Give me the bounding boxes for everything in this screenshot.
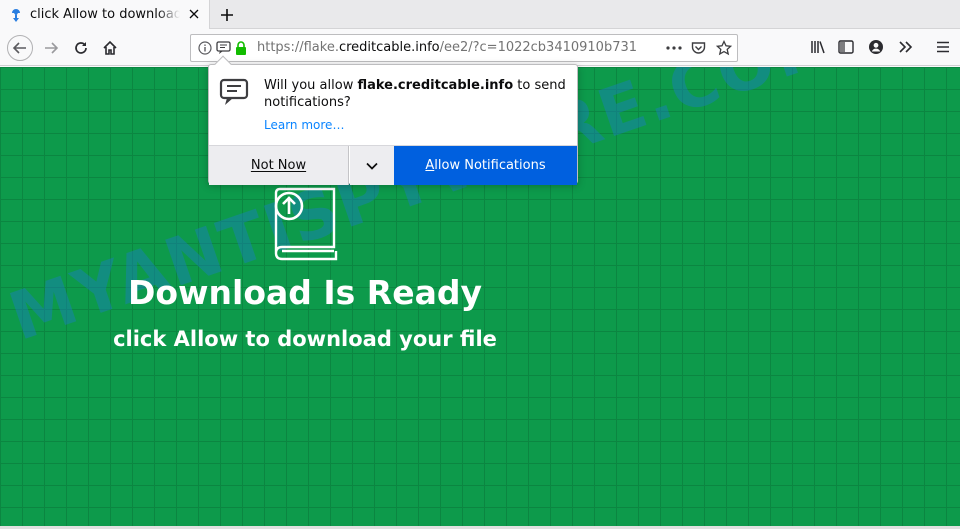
popup-message: Will you allow flake.creditcable.info to… (264, 77, 569, 111)
hamburger-menu-icon[interactable] (933, 37, 953, 57)
lock-icon[interactable] (233, 40, 249, 56)
url-prefix: https://flake. (257, 40, 339, 55)
navigation-toolbar: https://flake.creditcable.info/ee2/?c=10… (0, 29, 960, 66)
learn-more-link[interactable]: Learn more… (264, 118, 344, 132)
notification-speech-icon (219, 78, 249, 105)
url-path: /ee2/?c=1022cb3410910b731cb (439, 40, 637, 55)
tab-strip: click Allow to download (0, 0, 960, 29)
sidebar-icon[interactable] (836, 37, 856, 57)
url-text[interactable]: https://flake.creditcable.info/ee2/?c=10… (257, 40, 637, 55)
notification-permission-popup: Will you allow flake.creditcable.info to… (208, 55, 578, 185)
page-subline: click Allow to download your file (113, 327, 497, 351)
page-headline: Download Is Ready (127, 273, 482, 312)
library-icon[interactable] (808, 37, 828, 57)
url-host: creditcable.info (338, 40, 440, 55)
reload-icon[interactable] (68, 35, 94, 61)
plus-icon[interactable] (216, 4, 238, 26)
more-dots-icon[interactable] (665, 39, 683, 57)
back-arrow-icon[interactable] (7, 35, 33, 61)
not-now-button[interactable]: Not Now (209, 146, 349, 185)
allow-notifications-button[interactable]: Allow Notifications (394, 146, 577, 185)
close-icon[interactable] (187, 7, 201, 21)
favicon-download-icon (8, 7, 24, 23)
forward-arrow-icon[interactable] (38, 35, 64, 61)
allow-notifications-label: Allow Notifications (425, 158, 546, 173)
chevron-down-icon (366, 162, 378, 170)
info-icon[interactable] (197, 40, 213, 56)
popup-message-host: flake.creditcable.info (357, 78, 514, 93)
active-tab[interactable]: click Allow to download (0, 0, 210, 29)
notification-icon[interactable] (215, 40, 231, 56)
popup-footer: Not Now Allow Notifications (209, 145, 577, 185)
book-upload-icon (274, 187, 338, 261)
url-bar[interactable]: https://flake.creditcable.info/ee2/?c=10… (190, 34, 738, 62)
options-dropdown-button[interactable] (350, 146, 394, 185)
star-icon[interactable] (715, 39, 733, 57)
pocket-icon[interactable] (689, 39, 707, 57)
home-icon[interactable] (97, 35, 123, 61)
tab-title: click Allow to download (30, 7, 180, 22)
popup-message-prefix: Will you allow (264, 78, 358, 93)
account-icon[interactable] (866, 37, 886, 57)
overflow-chevrons-icon[interactable] (896, 37, 916, 57)
